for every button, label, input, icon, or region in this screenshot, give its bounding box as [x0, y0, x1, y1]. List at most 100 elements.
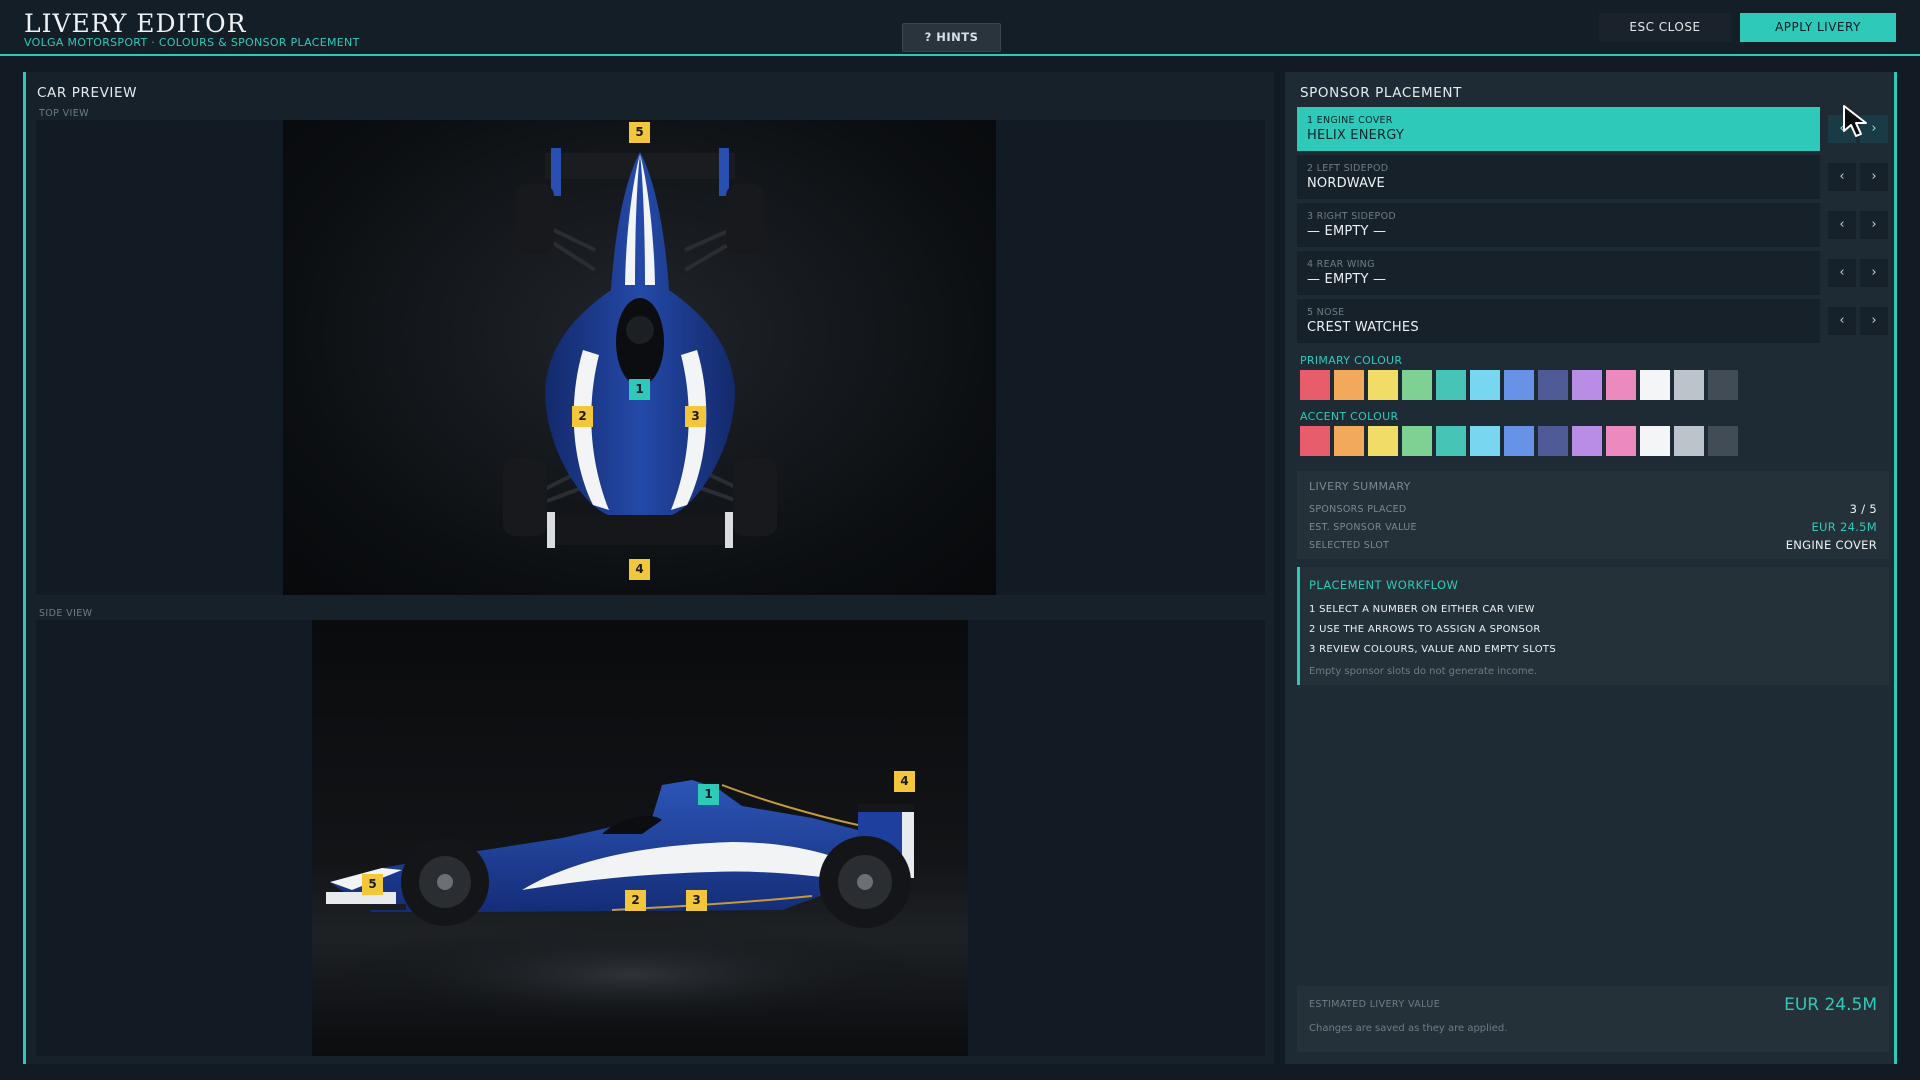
side-marker-3[interactable]: 3: [686, 890, 707, 911]
accent-colour-swatch-3[interactable]: [1368, 426, 1398, 456]
top-view-stage: 5 1 2 3 4: [283, 120, 996, 595]
estimated-livery-value: ESTIMATED LIVERY VALUE Changes are saved…: [1297, 986, 1889, 1052]
sponsor-slot-nose[interactable]: 5 NOSE CREST WATCHES: [1297, 299, 1820, 343]
slot-2-next-arrow[interactable]: ›: [1860, 163, 1888, 191]
accent-colour-swatch-13[interactable]: [1708, 426, 1738, 456]
slot-4-prev-arrow[interactable]: ‹: [1828, 259, 1856, 287]
accent-colour-swatch-6[interactable]: [1470, 426, 1500, 456]
top-view-label: TOP VIEW: [39, 108, 89, 119]
accent-colour-swatch-10[interactable]: [1606, 426, 1636, 456]
placement-workflow: PLACEMENT WORKFLOW 1 SELECT A NUMBER ON …: [1297, 567, 1889, 685]
primary-colour-swatch-5[interactable]: [1436, 370, 1466, 400]
slot-5-next-arrow[interactable]: ›: [1860, 307, 1888, 335]
slot-value: CREST WATCHES: [1307, 320, 1419, 335]
top-marker-5[interactable]: 5: [629, 122, 650, 143]
apply-livery-button[interactable]: APPLY LIVERY: [1740, 13, 1896, 42]
car-top-view: [503, 148, 777, 548]
accent-colour-label: ACCENT COLOUR: [1300, 410, 1399, 423]
side-marker-4[interactable]: 4: [894, 771, 915, 792]
accent-colour-swatch-7[interactable]: [1504, 426, 1534, 456]
sponsor-panel: SPONSOR PLACEMENT 1 ENGINE COVER HELIX E…: [1285, 72, 1897, 1064]
top-bar: LIVERY EDITOR VOLGA MOTORSPORT · COLOURS…: [0, 0, 1920, 56]
sponsor-slot-engine-cover[interactable]: 1 ENGINE COVER HELIX ENERGY: [1297, 107, 1820, 151]
summary-value-sponsors: 3 / 5: [1849, 502, 1877, 516]
hints-button[interactable]: ? HINTS: [902, 23, 1001, 52]
top-marker-3[interactable]: 3: [685, 406, 706, 427]
slot-label: 4 REAR WING: [1307, 259, 1375, 270]
primary-colour-swatch-7[interactable]: [1504, 370, 1534, 400]
primary-colour-swatch-2[interactable]: [1334, 370, 1364, 400]
primary-colour-swatch-1[interactable]: [1300, 370, 1330, 400]
livery-summary: LIVERY SUMMARY SPONSORS PLACED 3 / 5 EST…: [1297, 471, 1889, 559]
primary-colour-swatch-13[interactable]: [1708, 370, 1738, 400]
mouse-cursor-icon: [1843, 105, 1867, 137]
slot-label: 1 ENGINE COVER: [1307, 115, 1393, 126]
primary-colour-swatch-3[interactable]: [1368, 370, 1398, 400]
summary-key-slot: SELECTED SLOT: [1309, 540, 1390, 551]
tyre-front-left: [503, 458, 547, 536]
workflow-title: PLACEMENT WORKFLOW: [1309, 578, 1459, 592]
summary-key-sponsors: SPONSORS PLACED: [1309, 504, 1407, 515]
side-view-stage: 1 4 5 2 3: [312, 620, 968, 1056]
tyre-rear-left: [516, 184, 554, 254]
estimated-value-amount: EUR 24.5M: [1784, 995, 1877, 1015]
accent-colour-swatch-12[interactable]: [1674, 426, 1704, 456]
accent-colour-swatches: [1300, 426, 1738, 456]
accent-colour-swatch-8[interactable]: [1538, 426, 1568, 456]
side-marker-2[interactable]: 2: [625, 890, 646, 911]
sponsor-title: SPONSOR PLACEMENT: [1300, 85, 1462, 101]
slot-2-prev-arrow[interactable]: ‹: [1828, 163, 1856, 191]
page-title: LIVERY EDITOR: [24, 9, 247, 38]
primary-colour-swatches: [1300, 370, 1738, 400]
slot-label: 3 RIGHT SIDEPOD: [1307, 211, 1396, 222]
car-preview-title: CAR PREVIEW: [37, 85, 138, 101]
accent-colour-swatch-5[interactable]: [1436, 426, 1466, 456]
accent-colour-swatch-11[interactable]: [1640, 426, 1670, 456]
primary-colour-swatch-4[interactable]: [1402, 370, 1432, 400]
top-view-frame: 5 1 2 3 4: [36, 120, 1265, 595]
workflow-step-3: 3 REVIEW COLOURS, VALUE AND EMPTY SLOTS: [1309, 644, 1556, 655]
car-side-view: [326, 780, 932, 1030]
tyre-front-right: [733, 458, 777, 536]
estimated-value-note: Changes are saved as they are applied.: [1309, 1023, 1508, 1034]
primary-colour-swatch-6[interactable]: [1470, 370, 1500, 400]
page-subtitle: VOLGA MOTORSPORT · COLOURS & SPONSOR PLA…: [24, 36, 360, 49]
sponsor-slot-right-sidepod[interactable]: 3 RIGHT SIDEPOD — EMPTY —: [1297, 203, 1820, 247]
summary-key-value: EST. SPONSOR VALUE: [1309, 522, 1417, 533]
accent-colour-swatch-1[interactable]: [1300, 426, 1330, 456]
workflow-step-1: 1 SELECT A NUMBER ON EITHER CAR VIEW: [1309, 604, 1535, 615]
sponsor-slot-rear-wing[interactable]: 4 REAR WING — EMPTY —: [1297, 251, 1820, 295]
car-preview-panel: CAR PREVIEW TOP VIEW 5 1 2 3 4 SIDE VIEW…: [23, 72, 1274, 1064]
slot-4-next-arrow[interactable]: ›: [1860, 259, 1888, 287]
slot-value: NORDWAVE: [1307, 176, 1385, 191]
primary-colour-swatch-8[interactable]: [1538, 370, 1568, 400]
top-marker-2[interactable]: 2: [572, 406, 593, 427]
slot-label: 5 NOSE: [1307, 307, 1345, 318]
primary-colour-swatch-11[interactable]: [1640, 370, 1670, 400]
slot-3-next-arrow[interactable]: ›: [1860, 211, 1888, 239]
close-button[interactable]: ESC CLOSE: [1599, 13, 1731, 42]
accent-colour-swatch-4[interactable]: [1402, 426, 1432, 456]
top-marker-1[interactable]: 1: [629, 379, 650, 400]
slot-value: — EMPTY —: [1307, 224, 1387, 239]
sponsor-slot-left-sidepod[interactable]: 2 LEFT SIDEPOD NORDWAVE: [1297, 155, 1820, 199]
primary-colour-swatch-10[interactable]: [1606, 370, 1636, 400]
top-marker-4[interactable]: 4: [629, 559, 650, 580]
primary-colour-swatch-9[interactable]: [1572, 370, 1602, 400]
workflow-step-2: 2 USE THE ARROWS TO ASSIGN A SPONSOR: [1309, 624, 1541, 635]
side-marker-1[interactable]: 1: [698, 784, 719, 805]
summary-value-slot: ENGINE COVER: [1785, 538, 1877, 552]
slot-5-prev-arrow[interactable]: ‹: [1828, 307, 1856, 335]
tyre-rear-right: [726, 184, 764, 254]
slot-label: 2 LEFT SIDEPOD: [1307, 163, 1389, 174]
primary-colour-swatch-12[interactable]: [1674, 370, 1704, 400]
accent-colour-swatch-2[interactable]: [1334, 426, 1364, 456]
summary-value-value: EUR 24.5M: [1811, 520, 1877, 534]
accent-colour-swatch-9[interactable]: [1572, 426, 1602, 456]
front-wing: [553, 515, 727, 545]
slot-3-prev-arrow[interactable]: ‹: [1828, 211, 1856, 239]
primary-colour-label: PRIMARY COLOUR: [1300, 354, 1403, 367]
slot-value: — EMPTY —: [1307, 272, 1387, 287]
workflow-note: Empty sponsor slots do not generate inco…: [1309, 666, 1537, 677]
side-marker-5[interactable]: 5: [362, 874, 383, 895]
